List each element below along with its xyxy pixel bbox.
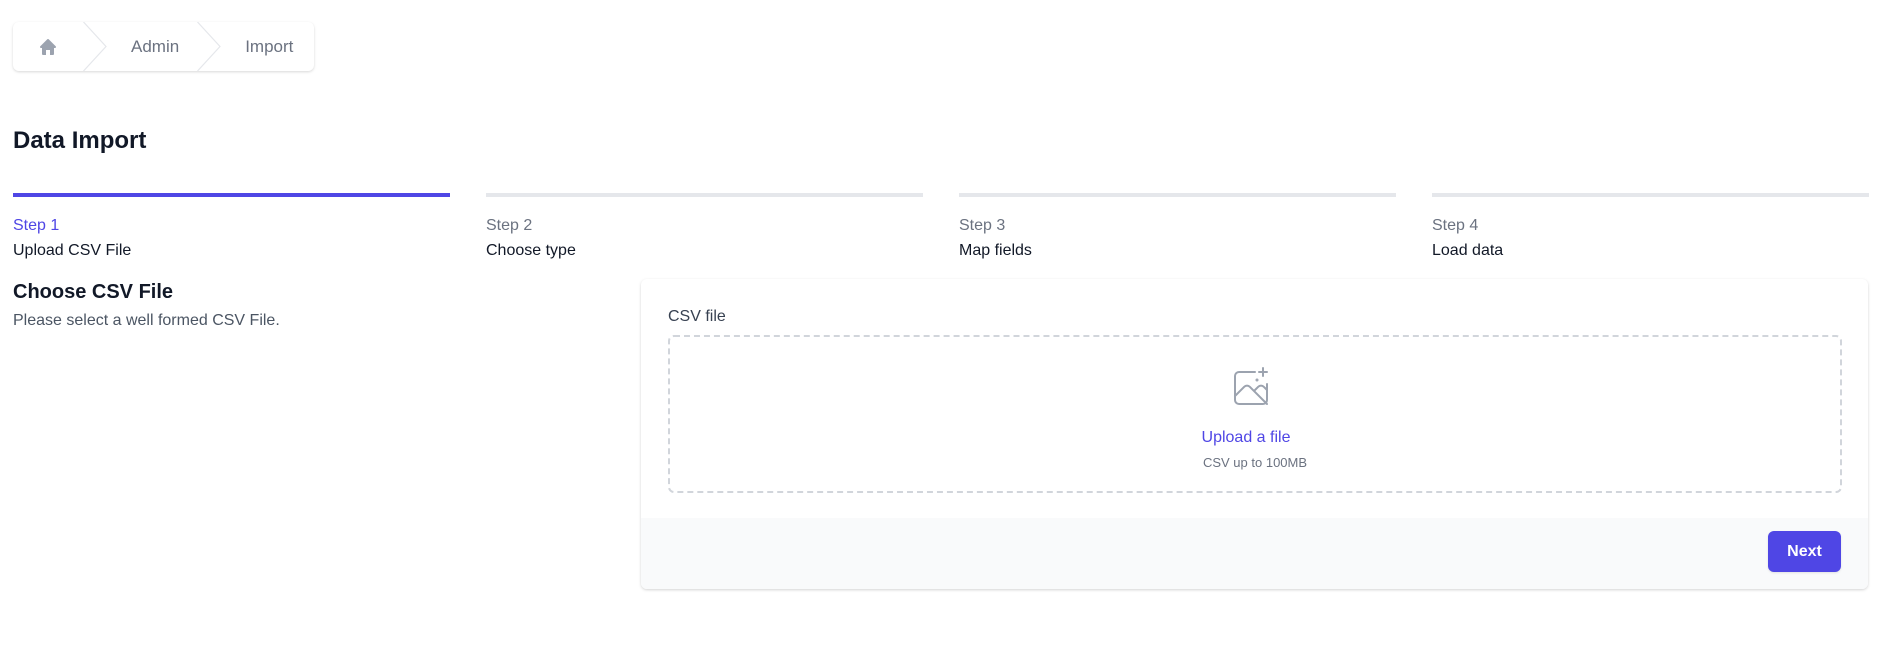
- image-add-icon: [1234, 367, 1268, 405]
- upload-file-link[interactable]: Upload a file: [670, 429, 1840, 447]
- step-1[interactable]: Step 1 Upload CSV File: [13, 193, 450, 260]
- step-4-label: Load data: [1432, 242, 1504, 259]
- step-1-number: Step 1: [13, 217, 60, 234]
- step-2-number: Step 2: [486, 217, 533, 234]
- step-4-bar: [1432, 193, 1869, 197]
- step-1-bar: [13, 193, 450, 197]
- csv-file-label: CSV file: [668, 308, 726, 325]
- page-title: Data Import: [13, 127, 147, 154]
- step-2-bar: [486, 193, 923, 197]
- breadcrumb-separator: [197, 22, 222, 71]
- step-3-label: Map fields: [959, 242, 1032, 259]
- breadcrumb-separator: [83, 22, 107, 71]
- step-3-number: Step 3: [959, 217, 1006, 234]
- upload-card: CSV file Upload a file CSV up to 100MB N…: [641, 279, 1868, 589]
- upload-file-link-text[interactable]: Upload a file: [1202, 429, 1291, 446]
- breadcrumb: Admin Import: [13, 22, 314, 71]
- breadcrumb-home[interactable]: [13, 22, 83, 71]
- step-4-number: Step 4: [1432, 217, 1479, 234]
- breadcrumb-item-admin[interactable]: Admin: [107, 37, 197, 57]
- step-2-label: Choose type: [486, 242, 576, 259]
- file-dropzone[interactable]: Upload a file CSV up to 100MB: [668, 335, 1842, 493]
- step-4[interactable]: Step 4 Load data: [1432, 193, 1869, 260]
- card-footer: Next: [641, 518, 1868, 589]
- step-3-bar: [959, 193, 1396, 197]
- step-2[interactable]: Step 2 Choose type: [486, 193, 923, 260]
- next-button[interactable]: Next: [1768, 531, 1841, 572]
- upload-hint: CSV up to 100MB: [1202, 455, 1308, 470]
- step-3[interactable]: Step 3 Map fields: [959, 193, 1396, 260]
- section-description: Please select a well formed CSV File.: [13, 312, 280, 329]
- step-1-label: Upload CSV File: [13, 242, 132, 259]
- breadcrumb-item-import[interactable]: Import: [221, 37, 313, 57]
- home-icon: [40, 38, 56, 55]
- section-title: Choose CSV File: [13, 281, 174, 303]
